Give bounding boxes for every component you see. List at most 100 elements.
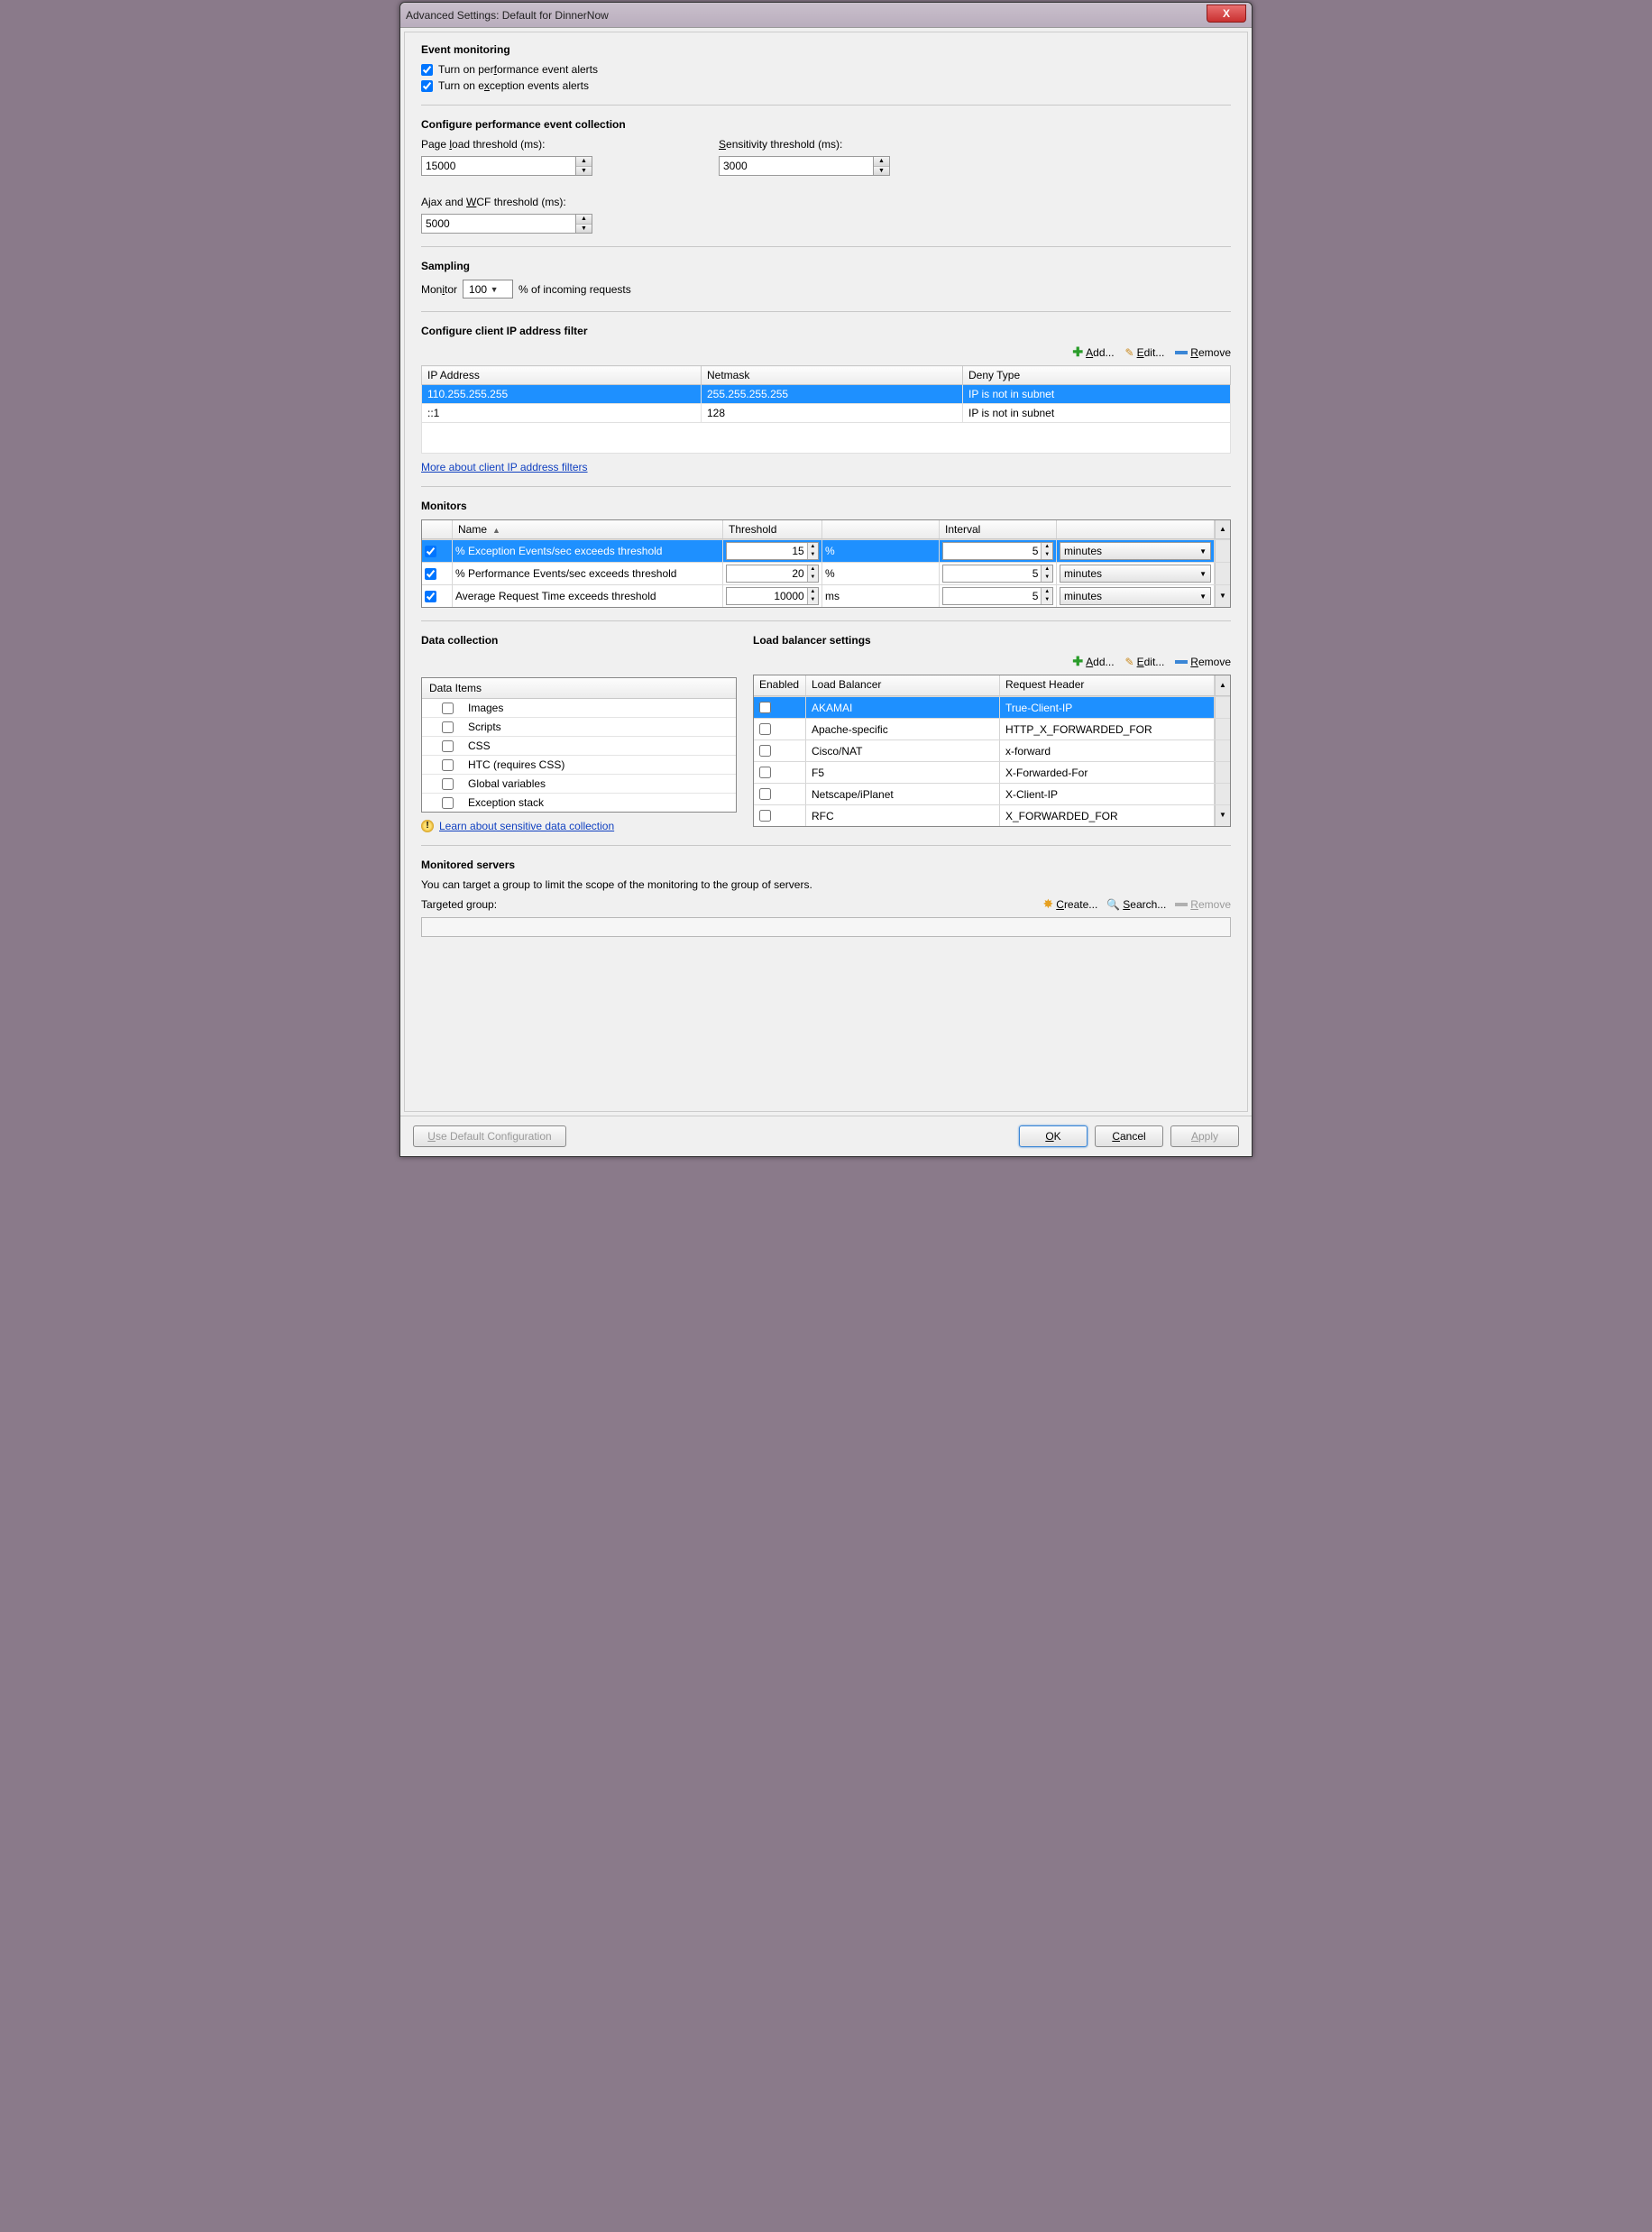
monitors-heading: Monitors bbox=[421, 500, 1231, 512]
col-enabled[interactable]: Enabled bbox=[754, 675, 806, 695]
data-item-row[interactable]: Images bbox=[422, 699, 736, 718]
lb-row[interactable]: RFC X_FORWARDED_FOR ▼ bbox=[754, 804, 1230, 826]
lb-enabled-checkbox[interactable] bbox=[759, 723, 771, 735]
data-item-checkbox[interactable] bbox=[442, 797, 454, 809]
col-deny[interactable]: Deny Type bbox=[963, 366, 1231, 385]
data-items-list[interactable]: Data Items Images Scripts CSS HTC (requi… bbox=[421, 677, 737, 813]
ip-filter-table[interactable]: IP Address Netmask Deny Type 110.255.255… bbox=[421, 365, 1231, 454]
threshold-spinner[interactable]: ▲▼ bbox=[726, 587, 819, 605]
col-lb-name[interactable]: Load Balancer bbox=[806, 675, 1000, 695]
ajax-spinner[interactable]: ▲▼ bbox=[421, 214, 592, 234]
threshold-spinner[interactable]: ▲▼ bbox=[726, 565, 819, 583]
load-balancer-heading: Load balancer settings bbox=[753, 634, 1231, 647]
page-load-input[interactable] bbox=[422, 157, 575, 175]
spin-up-icon[interactable]: ▲ bbox=[874, 157, 889, 167]
col-name[interactable]: Name▲ bbox=[453, 520, 723, 538]
page-load-spinner[interactable]: ▲▼ bbox=[421, 156, 592, 176]
interval-spinner[interactable]: ▲▼ bbox=[942, 542, 1053, 560]
star-icon: ✸ bbox=[1043, 896, 1054, 912]
interval-unit-dropdown[interactable]: minutes▼ bbox=[1060, 565, 1211, 583]
lb-edit-button[interactable]: ✎Edit... bbox=[1125, 656, 1165, 668]
lb-enabled-checkbox[interactable] bbox=[759, 810, 771, 822]
data-item-row[interactable]: Scripts bbox=[422, 718, 736, 737]
spin-down-icon[interactable]: ▼ bbox=[576, 225, 592, 234]
scroll-down-icon[interactable]: ▼ bbox=[1215, 805, 1230, 826]
lb-enabled-checkbox[interactable] bbox=[759, 745, 771, 757]
table-row[interactable]: 110.255.255.255255.255.255.255IP is not … bbox=[422, 385, 1231, 404]
load-balancer-table[interactable]: Enabled Load Balancer Request Header ▲ A… bbox=[753, 675, 1231, 827]
dialog-window: Advanced Settings: Default for DinnerNow… bbox=[399, 2, 1253, 1157]
perf-alerts-checkbox[interactable] bbox=[421, 64, 433, 76]
scroll-down-icon[interactable]: ▼ bbox=[1215, 585, 1230, 607]
ok-button[interactable]: OK bbox=[1019, 1125, 1088, 1147]
page-load-label: Page load threshold (ms): bbox=[421, 138, 592, 151]
titlebar[interactable]: Advanced Settings: Default for DinnerNow… bbox=[400, 3, 1252, 28]
monitor-checkbox[interactable] bbox=[425, 591, 436, 602]
monitor-row[interactable]: % Performance Events/sec exceeds thresho… bbox=[422, 562, 1230, 584]
monitor-row[interactable]: % Exception Events/sec exceeds threshold… bbox=[422, 539, 1230, 562]
interval-spinner[interactable]: ▲▼ bbox=[942, 565, 1053, 583]
lb-add-button[interactable]: ✚Add... bbox=[1072, 654, 1114, 669]
table-row[interactable]: ::1128IP is not in subnet bbox=[422, 404, 1231, 423]
scroll-up-icon[interactable]: ▲ bbox=[1215, 675, 1230, 695]
chevron-down-icon[interactable]: ▼ bbox=[487, 285, 501, 294]
lb-remove-button[interactable]: Remove bbox=[1175, 656, 1231, 668]
sampling-dropdown[interactable]: 100 ▼ bbox=[463, 280, 513, 299]
monitor-checkbox[interactable] bbox=[425, 546, 436, 557]
data-item-row[interactable]: Exception stack bbox=[422, 794, 736, 812]
col-interval[interactable]: Interval bbox=[940, 520, 1057, 538]
interval-unit-dropdown[interactable]: minutes▼ bbox=[1060, 542, 1211, 560]
col-netmask[interactable]: Netmask bbox=[702, 366, 963, 385]
data-item-row[interactable]: HTC (requires CSS) bbox=[422, 756, 736, 775]
data-item-row[interactable]: CSS bbox=[422, 737, 736, 756]
plus-icon: ✚ bbox=[1072, 344, 1083, 360]
spin-down-icon[interactable]: ▼ bbox=[576, 167, 592, 176]
monitor-checkbox[interactable] bbox=[425, 568, 436, 580]
ajax-input[interactable] bbox=[422, 215, 575, 233]
lb-row[interactable]: Netscape/iPlanet X-Client-IP bbox=[754, 783, 1230, 804]
data-item-checkbox[interactable] bbox=[442, 759, 454, 771]
ip-edit-button[interactable]: ✎ Edit... bbox=[1125, 346, 1165, 359]
ip-remove-button[interactable]: Remove bbox=[1175, 346, 1231, 359]
content-area: Event monitoring Turn on performance eve… bbox=[404, 32, 1248, 1112]
data-item-checkbox[interactable] bbox=[442, 721, 454, 733]
cancel-button[interactable]: Cancel bbox=[1095, 1125, 1163, 1147]
col-request-header[interactable]: Request Header bbox=[1000, 675, 1215, 695]
minus-icon bbox=[1175, 351, 1188, 354]
monitors-table[interactable]: Name▲ Threshold Interval ▲ % Exception E… bbox=[421, 519, 1231, 608]
col-threshold[interactable]: Threshold bbox=[723, 520, 822, 538]
ip-filter-heading: Configure client IP address filter bbox=[421, 325, 1231, 337]
interval-unit-dropdown[interactable]: minutes▼ bbox=[1060, 587, 1211, 605]
data-item-checkbox[interactable] bbox=[442, 778, 454, 790]
lb-row[interactable]: AKAMAI True-Client-IP bbox=[754, 696, 1230, 718]
sensitivity-label: Sensitivity threshold (ms): bbox=[719, 138, 890, 151]
ip-add-button[interactable]: ✚ Add... bbox=[1072, 344, 1114, 360]
spin-up-icon[interactable]: ▲ bbox=[576, 215, 592, 225]
ip-more-link[interactable]: More about client IP address filters bbox=[421, 461, 588, 473]
spin-down-icon[interactable]: ▼ bbox=[874, 167, 889, 176]
data-item-row[interactable]: Global variables bbox=[422, 775, 736, 794]
targeted-group-input[interactable] bbox=[421, 917, 1231, 937]
search-button[interactable]: 🔍 Search... bbox=[1106, 898, 1166, 911]
col-ip[interactable]: IP Address bbox=[422, 366, 702, 385]
interval-spinner[interactable]: ▲▼ bbox=[942, 587, 1053, 605]
spin-up-icon[interactable]: ▲ bbox=[576, 157, 592, 167]
event-monitoring-heading: Event monitoring bbox=[421, 43, 1231, 56]
create-button[interactable]: ✸ Create... bbox=[1043, 896, 1098, 912]
lb-enabled-checkbox[interactable] bbox=[759, 702, 771, 713]
close-button[interactable]: X bbox=[1207, 5, 1246, 23]
scroll-up-icon[interactable]: ▲ bbox=[1215, 520, 1230, 538]
data-item-checkbox[interactable] bbox=[442, 703, 454, 714]
exc-alerts-checkbox[interactable] bbox=[421, 80, 433, 92]
threshold-spinner[interactable]: ▲▼ bbox=[726, 542, 819, 560]
lb-row[interactable]: Apache-specific HTTP_X_FORWARDED_FOR bbox=[754, 718, 1230, 739]
learn-sensitive-link[interactable]: Learn about sensitive data collection bbox=[439, 820, 614, 832]
monitor-row[interactable]: Average Request Time exceeds threshold ▲… bbox=[422, 584, 1230, 607]
sensitivity-spinner[interactable]: ▲▼ bbox=[719, 156, 890, 176]
lb-row[interactable]: F5 X-Forwarded-For bbox=[754, 761, 1230, 783]
data-item-checkbox[interactable] bbox=[442, 740, 454, 752]
lb-row[interactable]: Cisco/NAT x-forward bbox=[754, 739, 1230, 761]
sensitivity-input[interactable] bbox=[720, 157, 873, 175]
lb-enabled-checkbox[interactable] bbox=[759, 767, 771, 778]
lb-enabled-checkbox[interactable] bbox=[759, 788, 771, 800]
